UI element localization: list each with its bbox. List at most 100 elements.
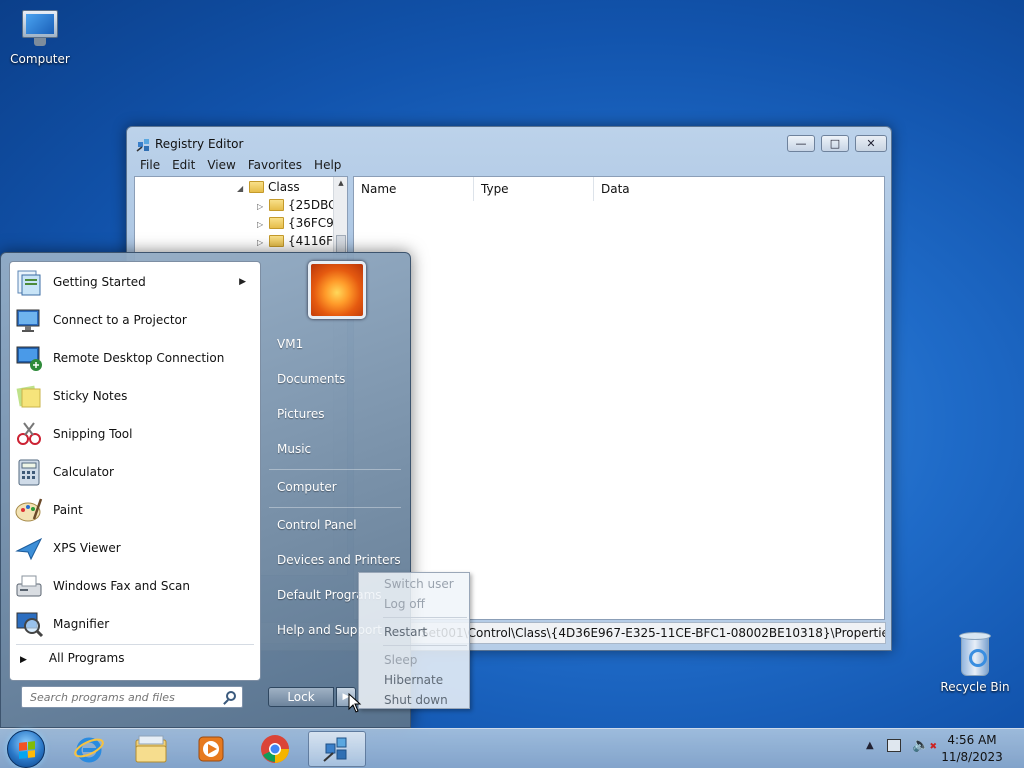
taskbar: ▲ 🔈✖ 4:56 AM 11/8/2023 xyxy=(0,728,1024,768)
column-header-type[interactable]: Type xyxy=(474,177,594,201)
file-explorer-icon xyxy=(135,735,167,763)
values-list[interactable]: Name Type Data xyxy=(353,176,885,620)
start-right-pictures[interactable]: Pictures xyxy=(277,407,325,421)
search-field[interactable] xyxy=(21,686,243,708)
menu-bar: File Edit View Favorites Help xyxy=(134,158,886,176)
media-player-icon xyxy=(198,736,224,762)
minimize-icon: — xyxy=(795,137,807,150)
taskbar-chrome[interactable] xyxy=(246,731,304,767)
start-right-control-panel[interactable]: Control Panel xyxy=(277,518,357,532)
column-header-data[interactable]: Data xyxy=(594,177,884,201)
taskbar-file-explorer[interactable] xyxy=(122,731,180,767)
start-menu: Getting Started ▶ Connect to a Projector… xyxy=(0,252,411,728)
expand-arrow-icon: ▶ xyxy=(20,655,27,665)
divider xyxy=(16,644,254,645)
clock-time: 4:56 AM xyxy=(947,733,997,747)
start-item-sticky-notes[interactable]: Sticky Notes xyxy=(14,378,258,414)
show-hidden-icons-icon[interactable]: ▲ xyxy=(866,740,874,751)
close-button[interactable]: ✕ xyxy=(855,135,887,152)
taskbar-media-player[interactable] xyxy=(182,731,240,767)
internet-explorer-icon xyxy=(74,737,104,763)
start-item-snipping-tool[interactable]: Snipping Tool xyxy=(14,416,258,452)
start-item-remote-desktop[interactable]: Remote Desktop Connection xyxy=(14,340,258,376)
column-header-name[interactable]: Name xyxy=(354,177,474,201)
start-item-calculator[interactable]: Calculator xyxy=(14,454,258,490)
power-item-log-off[interactable]: Log off xyxy=(384,597,425,611)
taskbar-internet-explorer[interactable] xyxy=(60,731,118,767)
menu-favorites[interactable]: Favorites xyxy=(242,158,308,176)
tree-item[interactable]: ▷ {36FC9E xyxy=(257,214,341,232)
start-menu-programs-pane: Getting Started ▶ Connect to a Projector… xyxy=(9,261,261,681)
start-right-user[interactable]: VM1 xyxy=(277,337,303,351)
sticky-notes-icon xyxy=(16,385,41,408)
power-submenu: Switch user Log off Restart Sleep Hibern… xyxy=(358,572,470,709)
magnifier-icon xyxy=(16,612,44,638)
start-right-computer[interactable]: Computer xyxy=(277,480,337,494)
folder-icon xyxy=(269,199,284,211)
tree-item[interactable]: ▷ {25DBC xyxy=(257,196,337,214)
xps-viewer-icon xyxy=(15,537,43,561)
menu-view[interactable]: View xyxy=(201,158,241,176)
power-item-switch-user[interactable]: Switch user xyxy=(384,577,454,591)
windows-logo-icon xyxy=(19,741,35,759)
start-right-devices-printers[interactable]: Devices and Printers xyxy=(277,553,401,567)
registry-editor-icon xyxy=(323,737,347,762)
power-item-restart[interactable]: Restart xyxy=(384,625,427,639)
divider xyxy=(383,617,467,618)
getting-started-icon xyxy=(17,270,41,296)
remote-desktop-icon xyxy=(16,346,42,371)
all-programs-button[interactable]: ▶ All Programs xyxy=(20,651,125,665)
clock-date: 11/8/2023 xyxy=(941,750,1003,764)
start-right-music[interactable]: Music xyxy=(277,442,311,456)
power-item-hibernate[interactable]: Hibernate xyxy=(384,673,443,687)
taskbar-registry-editor[interactable] xyxy=(308,731,366,767)
calculator-icon xyxy=(18,459,40,486)
close-icon: ✕ xyxy=(866,137,876,150)
start-item-magnifier[interactable]: Magnifier xyxy=(14,606,258,642)
menu-file[interactable]: File xyxy=(134,158,166,176)
volume-muted-icon[interactable]: 🔈✖ xyxy=(912,737,937,753)
maximize-icon: □ xyxy=(829,137,841,150)
divider xyxy=(383,645,467,646)
start-right-documents[interactable]: Documents xyxy=(277,372,345,386)
power-item-shut-down[interactable]: Shut down xyxy=(384,693,448,707)
scroll-up-icon[interactable]: ▲ xyxy=(334,179,347,187)
computer-icon xyxy=(18,10,62,48)
maximize-button[interactable]: □ xyxy=(821,135,849,152)
snipping-tool-icon xyxy=(17,422,41,445)
start-item-paint[interactable]: Paint xyxy=(14,492,258,528)
menu-edit[interactable]: Edit xyxy=(166,158,201,176)
folder-icon xyxy=(269,235,284,247)
clock[interactable]: 4:56 AM 11/8/2023 xyxy=(936,732,1008,766)
desktop-icon-computer[interactable]: Computer xyxy=(0,10,80,66)
paint-icon xyxy=(15,498,43,522)
status-path: Set001\Control\Class\{4D36E967-E325-11CE… xyxy=(421,626,886,640)
start-item-xps-viewer[interactable]: XPS Viewer xyxy=(14,530,258,566)
user-avatar[interactable] xyxy=(308,261,366,319)
desktop-icon-recycle-bin[interactable]: Recycle Bin xyxy=(935,632,1015,694)
lock-button[interactable]: Lock xyxy=(268,687,334,707)
recycle-bin-icon xyxy=(958,632,992,676)
power-item-sleep[interactable]: Sleep xyxy=(384,653,417,667)
submenu-arrow-icon: ▶ xyxy=(239,277,246,287)
expand-arrow-icon[interactable]: ▷ xyxy=(257,234,269,252)
search-icon[interactable] xyxy=(226,691,236,701)
divider xyxy=(269,469,401,470)
network-icon[interactable] xyxy=(886,738,901,752)
collapse-arrow-icon[interactable]: ◢ xyxy=(237,180,249,198)
folder-icon xyxy=(249,181,264,193)
start-button[interactable] xyxy=(7,730,45,768)
minimize-button[interactable]: — xyxy=(787,135,815,152)
tree-item[interactable]: ◢ Class xyxy=(237,178,300,196)
menu-help[interactable]: Help xyxy=(308,158,347,176)
desktop-icon-label: Computer xyxy=(10,52,70,66)
start-item-getting-started[interactable]: Getting Started ▶ xyxy=(14,264,258,300)
desktop-icon-label: Recycle Bin xyxy=(940,680,1010,694)
search-input[interactable] xyxy=(22,687,212,707)
start-item-connect-projector[interactable]: Connect to a Projector xyxy=(14,302,258,338)
start-item-fax-scan[interactable]: Windows Fax and Scan xyxy=(14,568,258,604)
divider xyxy=(269,507,401,508)
tree-item[interactable]: ▷ {4116F6 xyxy=(257,232,341,250)
window-title: Registry Editor xyxy=(155,137,244,151)
projector-icon xyxy=(16,309,40,332)
